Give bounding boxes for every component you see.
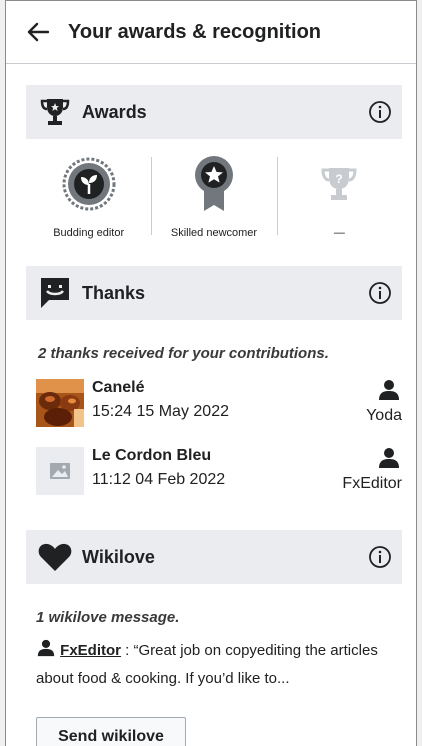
awards-list: Budding editor Skilled newcomer ? — bbox=[26, 153, 402, 239]
thanks-item[interactable]: Le Cordon Bleu 11:12 04 Feb 2022 FxEdito… bbox=[36, 447, 402, 503]
sprout-badge-icon bbox=[62, 157, 116, 211]
award-item-skilled-newcomer[interactable]: Skilled newcomer bbox=[151, 153, 276, 239]
send-wikilove-button[interactable]: Send wikilove bbox=[36, 717, 186, 746]
smiley-message-icon bbox=[38, 276, 72, 310]
thanks-article-title: Le Cordon Bleu bbox=[92, 447, 212, 464]
heart-icon bbox=[38, 540, 72, 574]
award-label: Skilled newcomer bbox=[170, 227, 258, 239]
arrow-left-icon bbox=[27, 22, 49, 42]
award-item-budding-editor[interactable]: Budding editor bbox=[26, 153, 151, 239]
award-label: — bbox=[333, 227, 345, 239]
wikilove-section-header: Wikilove bbox=[26, 530, 402, 584]
user-avatar-icon bbox=[37, 639, 55, 657]
awards-title: Awards bbox=[82, 101, 147, 122]
thanks-summary: 2 thanks received for your contributions… bbox=[38, 345, 329, 362]
thanks-title: Thanks bbox=[82, 282, 146, 303]
awards-section-header: Awards bbox=[26, 85, 402, 139]
article-thumbnail-image bbox=[36, 379, 84, 427]
wikilove-summary: 1 wikilove message. bbox=[36, 609, 180, 626]
thanks-user[interactable]: Yoda bbox=[366, 407, 402, 425]
trophy-icon bbox=[38, 95, 72, 129]
thanks-timestamp: 11:12 04 Feb 2022 bbox=[92, 471, 226, 488]
back-button[interactable] bbox=[24, 18, 52, 46]
user-avatar-icon bbox=[379, 380, 399, 400]
user-avatar-icon bbox=[379, 448, 399, 468]
award-label: Budding editor bbox=[53, 227, 125, 239]
page-title: Your awards & recognition bbox=[68, 20, 321, 43]
thanks-user[interactable]: FxEditor bbox=[342, 475, 402, 493]
thanks-item[interactable]: Canelé 15:24 15 May 2022 Yoda bbox=[36, 379, 402, 435]
star-medal-icon bbox=[194, 156, 233, 211]
app-screen: Your awards & recognition Awards Budding… bbox=[5, 0, 417, 746]
thanks-info-icon[interactable] bbox=[368, 281, 392, 305]
wikilove-sender-link[interactable]: FxEditor bbox=[60, 642, 121, 659]
thanks-timestamp: 15:24 15 May 2022 bbox=[92, 403, 229, 420]
award-item-locked[interactable]: ? — bbox=[276, 153, 402, 239]
wikilove-title: Wikilove bbox=[82, 546, 155, 567]
locked-trophy-icon: ? bbox=[321, 168, 357, 200]
top-bar: Your awards & recognition bbox=[6, 1, 416, 64]
wikilove-message[interactable]: FxEditor : “Great job on copyediting the… bbox=[36, 637, 396, 693]
thanks-article-title: Canelé bbox=[92, 379, 145, 396]
awards-info-icon[interactable] bbox=[368, 100, 392, 124]
image-placeholder-icon bbox=[36, 447, 84, 495]
wikilove-info-icon[interactable] bbox=[368, 545, 392, 569]
thanks-section-header: Thanks bbox=[26, 266, 402, 320]
svg-text:?: ? bbox=[336, 172, 343, 186]
